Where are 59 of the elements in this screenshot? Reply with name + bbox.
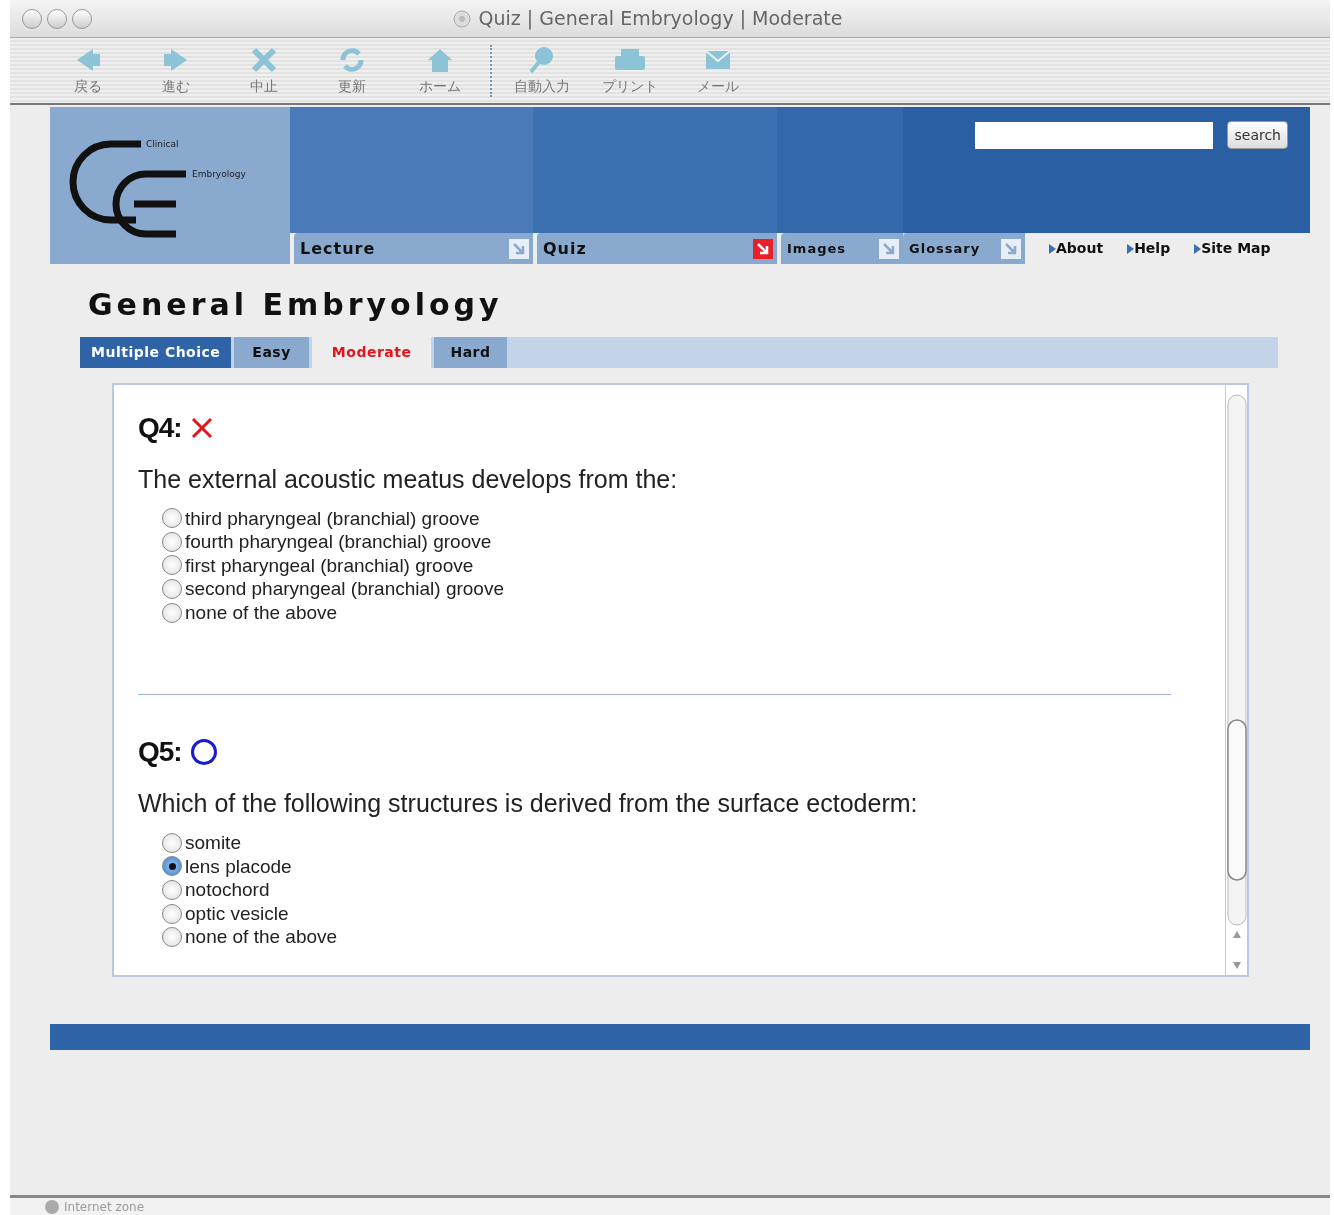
option-label[interactable]: optic vesicle <box>185 901 289 926</box>
nav-tab[interactable]: Images <box>781 233 903 264</box>
option-label[interactable]: second pharyngeal (branchial) groove <box>185 577 504 601</box>
question-number: Q5: <box>138 735 182 770</box>
subtab[interactable]: Hard <box>434 337 507 368</box>
option-label[interactable]: lens placode <box>185 854 292 879</box>
triangle-icon <box>1194 243 1202 254</box>
radio-button[interactable] <box>162 832 182 853</box>
page-title: General Embryology <box>88 286 504 324</box>
toolbar-button-label[interactable]: ホーム <box>419 76 461 97</box>
search-button[interactable]: search <box>1227 121 1288 149</box>
nav-link[interactable]: About <box>1049 238 1104 259</box>
radio-button[interactable] <box>162 531 182 552</box>
logo-text: Embryology <box>192 170 246 179</box>
nav-tab[interactable]: Glossary <box>903 233 1025 264</box>
nav-tab[interactable]: Lecture <box>294 233 533 264</box>
radio-button[interactable] <box>162 555 182 576</box>
subtab[interactable]: Moderate <box>311 337 432 368</box>
subtab[interactable]: Easy <box>234 337 309 368</box>
question-text: Which of the following structures is derived from the surface ectoderm: <box>138 788 919 820</box>
window-control-button[interactable] <box>72 8 92 29</box>
triangle-icon <box>1049 243 1056 254</box>
question-text: The external acoustic meatus develops from the: <box>138 464 679 495</box>
window-control-button[interactable] <box>47 8 67 29</box>
radio-button[interactable] <box>162 879 182 900</box>
triangle-icon <box>1127 243 1135 254</box>
option-label[interactable]: first pharyngeal (branchial) groove <box>185 553 474 578</box>
nav-link[interactable]: Site Map <box>1194 238 1271 259</box>
toolbar-button-label[interactable]: プリント <box>602 76 658 97</box>
search-field[interactable] <box>975 121 1214 149</box>
radio-button[interactable] <box>162 602 182 623</box>
status-text: Internet zone <box>64 1198 145 1215</box>
toolbar-button-label[interactable]: 戻る <box>74 76 102 97</box>
radio-button[interactable] <box>162 903 182 924</box>
radio-button[interactable] <box>162 927 182 948</box>
nav-tab[interactable]: Quiz <box>537 233 777 264</box>
window-control-button[interactable] <box>22 8 42 29</box>
logo-text: Clinical <box>146 140 179 149</box>
question-number: Q4: <box>138 411 182 445</box>
toolbar-button-label[interactable]: 更新 <box>338 76 366 97</box>
radio-button[interactable] <box>162 856 182 877</box>
option-label[interactable]: notochord <box>185 878 270 902</box>
radio-button[interactable] <box>162 579 182 600</box>
option-label[interactable]: fourth pharyngeal (branchial) groove <box>185 530 492 554</box>
radio-button[interactable] <box>162 508 182 529</box>
subtab[interactable]: Multiple Choice <box>80 337 232 368</box>
option-label[interactable]: none of the above <box>185 600 338 625</box>
toolbar-button-label[interactable]: 自動入力 <box>514 76 570 97</box>
toolbar-button-label[interactable]: 進む <box>162 76 190 97</box>
nav-link[interactable]: Help <box>1127 238 1171 259</box>
option-label[interactable]: somite <box>185 830 241 855</box>
page-icon <box>452 9 471 28</box>
toolbar-button-label[interactable]: メール <box>697 76 739 97</box>
option-label[interactable]: third pharyngeal (branchial) groove <box>185 506 480 531</box>
option-label[interactable]: none of the above <box>185 925 338 949</box>
stop-icon[interactable] <box>249 46 279 74</box>
window-title: Quiz | General Embryology | Moderate <box>478 6 843 32</box>
toolbar-button-label[interactable]: 中止 <box>250 76 278 97</box>
globe-icon <box>44 1198 60 1215</box>
